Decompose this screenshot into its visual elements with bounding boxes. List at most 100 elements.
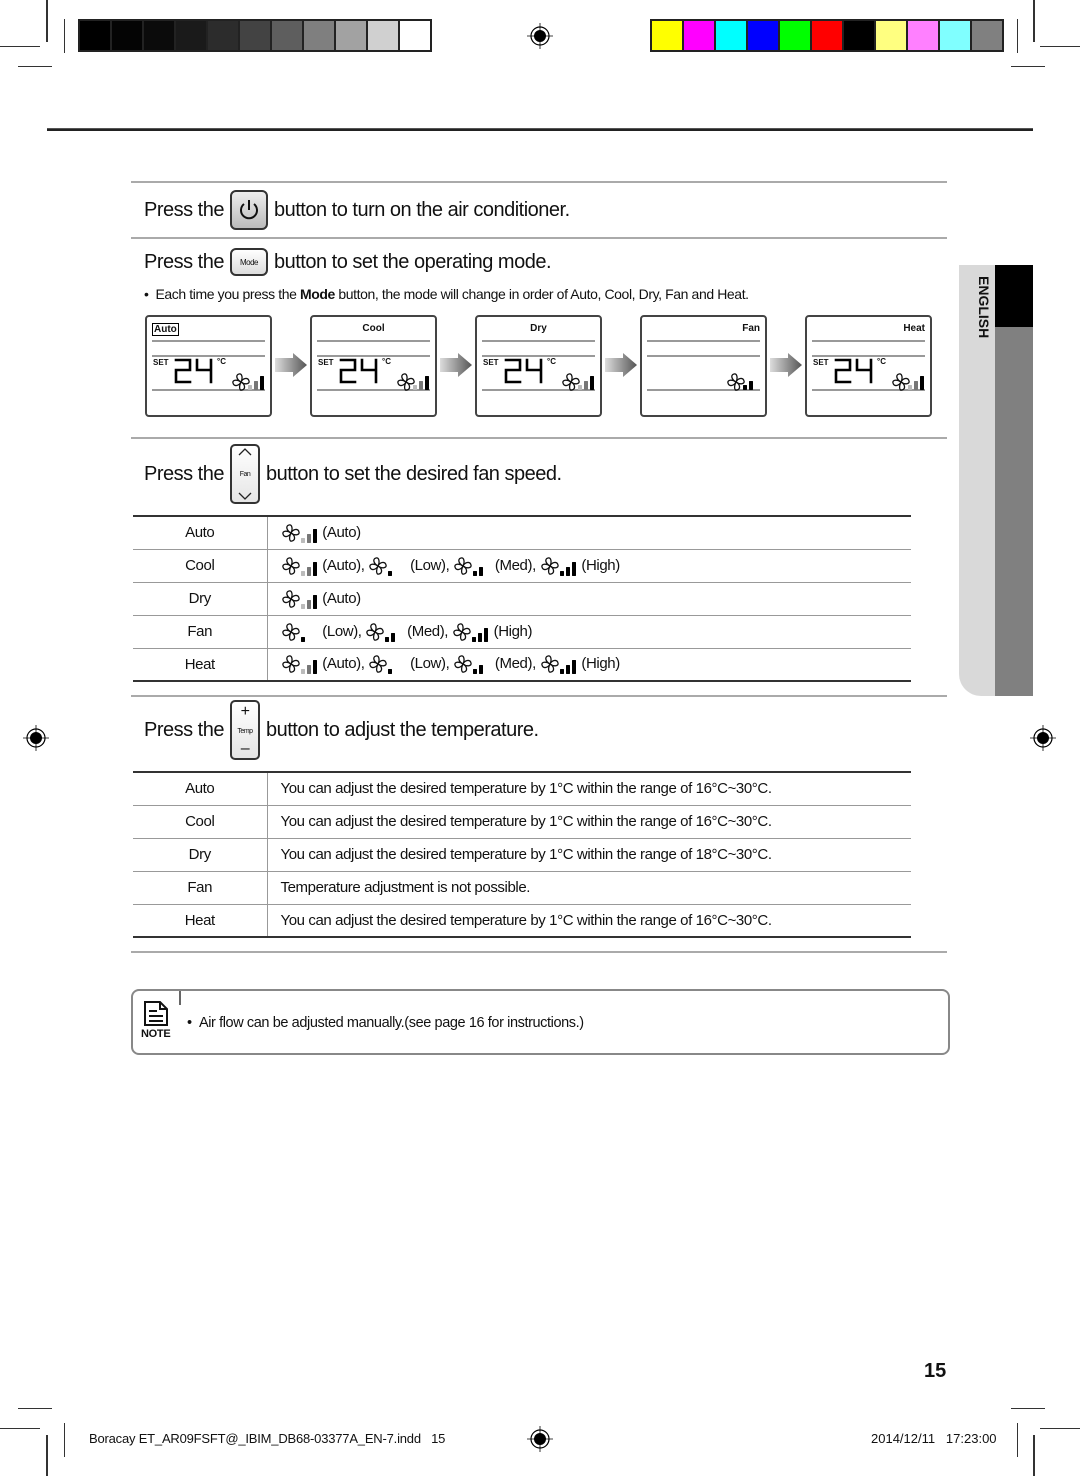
table-row: Cool (Auto), (Low), (Med), (High)	[133, 549, 911, 583]
lcd-panel-cool: Cool SET °C	[310, 315, 437, 417]
color-swatch	[652, 21, 682, 50]
crop-mark	[1040, 46, 1080, 47]
fan-icon	[454, 655, 472, 674]
fan-speed-auto	[281, 523, 319, 543]
crop-mark	[46, 1435, 48, 1476]
registration-mark-icon	[527, 1426, 553, 1452]
temperature-digits	[504, 358, 543, 384]
fan-options-cell: (Auto), (Low), (Med), (High)	[267, 648, 911, 682]
fan-speed-label: (Auto)	[322, 589, 361, 607]
fan-speed-bars-icon	[388, 669, 393, 675]
table-row: Heat You can adjust the desired temperatu…	[133, 904, 911, 938]
section-divider	[131, 951, 947, 953]
fan-speed-low	[368, 556, 406, 576]
lcd-panel-auto: Auto SET °C	[145, 315, 272, 417]
lcd-mode-label: Fan	[742, 323, 760, 334]
heading-prefix: Press the	[144, 250, 224, 273]
table-row: Dry (Auto)	[133, 582, 911, 616]
fan-speed-bars-icon	[559, 660, 576, 675]
registration-mark-icon	[1030, 725, 1056, 751]
print-timestamp: 2014/12/11 17:23:00	[871, 1431, 997, 1446]
color-swatch	[684, 21, 714, 50]
crop-mark	[1017, 1423, 1018, 1457]
color-swatch	[876, 21, 906, 50]
fan-speed-bars-icon	[385, 632, 396, 642]
fan-speed-med	[453, 556, 491, 576]
fan-speed-label: (Low),	[410, 655, 450, 673]
mode-instruction-heading: Press the Mode button to set the operati…	[144, 248, 552, 276]
fan-instruction-heading: Press the Fan button to set the desired …	[144, 444, 562, 504]
fan-icon	[281, 556, 300, 575]
color-swatch	[176, 21, 206, 50]
temp-range-cell: You can adjust the desired temperature b…	[267, 805, 911, 839]
bullet-text-post: button, the mode will change in order of…	[334, 286, 749, 302]
table-row: Cool You can adjust the desired temperatu…	[133, 805, 911, 839]
temperature-digits	[339, 358, 378, 384]
lcd-unit: °C	[547, 357, 556, 366]
mode-order-bullet: • Each time you press the Mode button, t…	[144, 286, 749, 302]
section-divider	[131, 181, 947, 183]
lcd-panel-heat: Heat SET °C	[805, 315, 932, 417]
bullet-dot: •	[144, 286, 156, 302]
temperature-digits	[834, 358, 873, 384]
crop-mark	[64, 1423, 65, 1457]
fan-speed-label: (Low),	[322, 622, 362, 640]
bullet-text-pre: Each time you press the	[155, 286, 300, 302]
fan-speed-high	[540, 654, 578, 675]
bullet-dot: •	[187, 1015, 199, 1031]
color-swatch	[336, 21, 366, 50]
color-swatch	[272, 21, 302, 50]
fan-icon	[540, 655, 559, 674]
fan-speed-auto	[281, 556, 319, 576]
fan-options-cell: (Low), (Med), (High)	[267, 615, 911, 649]
fan-speed-bars-icon	[388, 570, 393, 576]
color-swatch	[112, 21, 142, 50]
fan-options-cell: (Auto)	[267, 582, 911, 616]
crop-mark	[1011, 1408, 1045, 1409]
header-rule	[47, 128, 1033, 131]
mode-cell: Heat	[133, 648, 268, 682]
heading-prefix: Press the	[144, 718, 224, 741]
registration-mark-icon	[527, 23, 553, 49]
mode-cell: Auto	[133, 516, 268, 550]
fan-icon	[281, 523, 300, 542]
lcd-divider	[152, 340, 265, 342]
fan-speed-high	[540, 556, 578, 576]
temperature-digits	[174, 358, 213, 384]
color-swatch	[716, 21, 746, 50]
next-mode-arrow-icon	[770, 353, 802, 377]
lcd-unit: °C	[382, 357, 391, 366]
file-slug: Boracay ET_AR09FSFT@_IBIM_DB68-03377A_EN…	[89, 1431, 446, 1446]
plus-icon: +	[240, 703, 250, 720]
lcd-panel-fan: Fan	[640, 315, 767, 417]
chevron-down-icon	[238, 492, 252, 500]
fan-icon	[454, 556, 472, 575]
mode-cell: Cool	[133, 805, 268, 839]
page-number: 15	[924, 1360, 947, 1382]
lcd-unit: °C	[877, 357, 886, 366]
temp-range-cell: Temperature adjustment is not possible.	[267, 871, 911, 905]
color-calibration-bar	[650, 19, 1004, 52]
lcd-set-label: SET	[153, 358, 169, 367]
table-row: Heat (Auto), (Low), (Med), (High)	[133, 648, 911, 682]
fan-speed-label: (Auto),	[322, 556, 365, 574]
next-mode-arrow-icon	[275, 353, 307, 377]
color-swatch	[780, 21, 810, 50]
fan-icon	[369, 655, 388, 674]
fan-speed-bars-icon	[300, 636, 305, 642]
crop-mark	[18, 1408, 52, 1409]
fan-speed-label: (Low),	[410, 556, 450, 574]
color-swatch	[368, 21, 398, 50]
fan-speed-low	[368, 654, 406, 675]
note-divider	[179, 991, 181, 1005]
mode-button-label: Mode	[239, 257, 259, 267]
temp-button-label: Temp	[237, 727, 253, 735]
lcd-divider	[317, 340, 430, 342]
fan-speed-auto	[281, 589, 319, 609]
fan-options-cell: (Auto), (Low), (Med), (High)	[267, 549, 911, 583]
color-swatch	[748, 21, 778, 50]
fan-speed-bars-icon	[471, 627, 488, 642]
fan-button-label: Fan	[239, 470, 251, 478]
fan-speed-bars-icon	[300, 528, 317, 543]
lcd-divider	[812, 340, 925, 342]
